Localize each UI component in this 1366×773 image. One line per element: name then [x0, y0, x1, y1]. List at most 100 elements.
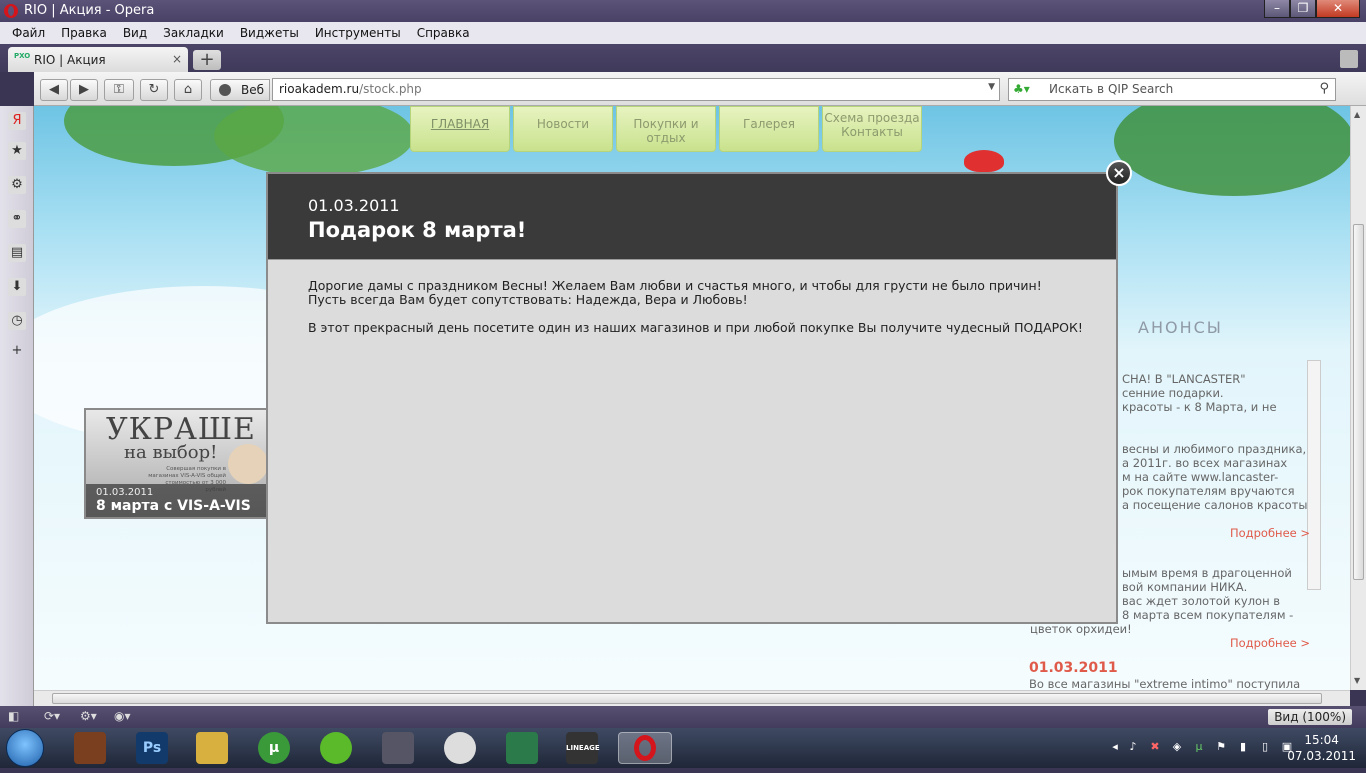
promo-date: 01.03.2011 [96, 487, 154, 498]
ann-line: цветок орхидеи! [1030, 622, 1132, 636]
tab-close-button[interactable]: × [172, 52, 182, 66]
menu-tools[interactable]: Инструменты [307, 26, 409, 40]
menu-bookmarks[interactable]: Закладки [155, 26, 232, 40]
menu-view[interactable]: Вид [115, 26, 155, 40]
antivirus-icon[interactable]: ✖ [1148, 740, 1162, 754]
nav-map-contacts[interactable]: Схема проезда Контакты [822, 106, 922, 152]
ann-line: сенние подарки. [1122, 386, 1224, 400]
windows-taskbar: Ps µ LINEAGE ◂ ♪ ✖ ◈ µ ⚑ ▮ ▯ ▣ 15:04 07.… [0, 728, 1366, 768]
menu-widgets[interactable]: Виджеты [232, 26, 307, 40]
site-nav: ГЛАВНАЯ Новости Покупки и отдых Галерея … [410, 106, 925, 152]
nav-gallery[interactable]: Галерея [719, 106, 819, 152]
lineage-icon[interactable]: LINEAGE [566, 732, 600, 764]
ann-line: вас ждет золотой кулон в [1122, 594, 1281, 608]
key-icon[interactable]: ⚿ [104, 79, 134, 101]
web-search-button[interactable]: Веб [210, 79, 270, 101]
bookmarks-panel-icon[interactable]: ★ [8, 142, 26, 160]
reload-button[interactable]: ↻ [140, 79, 168, 101]
nav-home[interactable]: ГЛАВНАЯ [410, 106, 510, 152]
more-link[interactable]: Подробнее > [1230, 526, 1310, 540]
show-hidden-icon[interactable]: ◂ [1108, 740, 1122, 754]
url-dropdown-icon[interactable]: ▼ [988, 82, 995, 92]
side-panel: Я ★ ⚙ ⚭ ▤ ⬇ ◷ + [0, 106, 34, 706]
notes-panel-icon[interactable]: ▤ [8, 244, 26, 262]
news-modal: 01.03.2011 Подарок 8 марта! Дорогие дамы… [266, 172, 1118, 624]
search-engine-icon[interactable]: ♣▾ [1013, 82, 1030, 96]
search-go-icon[interactable]: ⚲ [1319, 81, 1329, 96]
page-horizontal-scrollbar[interactable] [34, 690, 1350, 706]
promo-banner[interactable]: УКРАШЕ на выбор! Совершая покупки в мага… [84, 408, 268, 519]
yandex-icon[interactable]: Я [8, 112, 26, 130]
url-input[interactable]: rioakadem.ru/stock.php ▼ [272, 78, 1000, 101]
start-button[interactable] [6, 729, 44, 767]
network-app-icon[interactable] [506, 732, 538, 764]
widgets-panel-icon[interactable]: ⚙ [8, 176, 26, 194]
links-panel-icon[interactable]: ⚭ [8, 210, 26, 228]
window-titlebar: RIO | Акция - Opera – ❐ ✕ [0, 0, 1366, 22]
panel-toggle-icon[interactable]: ◧ [8, 709, 19, 723]
ann-date: 01.03.2011 [1029, 660, 1118, 676]
modal-text-line: Дорогие дамы с праздником Весны! Желаем … [308, 278, 1042, 293]
scroll-thumb[interactable] [1353, 224, 1364, 580]
folder-icon[interactable] [196, 732, 228, 764]
close-window-button[interactable]: ✕ [1316, 0, 1360, 18]
trash-icon[interactable] [1340, 50, 1358, 68]
utorrent-tray-icon[interactable]: µ [1192, 740, 1206, 754]
ann-line: рок покупателям вручаются [1122, 484, 1295, 498]
menu-edit[interactable]: Правка [53, 26, 115, 40]
search-placeholder: Искать в QIP Search [1049, 82, 1174, 96]
search-input[interactable]: ♣▾ Искать в QIP Search ⚲ [1008, 78, 1336, 101]
tray-app-icon[interactable]: ◈ [1170, 740, 1184, 754]
forward-button[interactable]: ▶ [70, 79, 98, 101]
add-panel-icon[interactable]: + [8, 342, 26, 360]
maximize-button[interactable]: ❐ [1290, 0, 1316, 18]
tab-bar: PXO RIO | Акция × + [0, 44, 1366, 72]
promo-model-image [228, 444, 266, 484]
sync-icon[interactable]: ⟳▾ [44, 709, 60, 723]
site-favicon-icon: PXO [14, 51, 31, 60]
ann-line: СНА! В "LANCASTER" [1122, 372, 1246, 386]
menu-help[interactable]: Справка [409, 26, 478, 40]
system-clock[interactable]: 15:04 07.03.2011 [1287, 732, 1356, 764]
ann-text: Во все магазины "extreme intimo" поступи… [1029, 677, 1301, 690]
scanner-icon[interactable] [382, 732, 414, 764]
utorrent-icon[interactable]: µ [258, 732, 290, 764]
history-panel-icon[interactable]: ◷ [8, 312, 26, 330]
announcements-scrollbar[interactable] [1307, 360, 1321, 590]
home-button[interactable]: ⌂ [174, 79, 202, 101]
scroll-up-icon[interactable]: ▲ [1354, 110, 1360, 119]
url-domain: rioakadem.ru [279, 82, 360, 96]
unite-icon[interactable]: ◉▾ [114, 709, 131, 723]
nav-shopping[interactable]: Покупки и отдых [616, 106, 716, 152]
downloader-icon[interactable] [320, 732, 352, 764]
ann-line: а 2011г. во всех магазинах [1122, 456, 1288, 470]
power-icon[interactable]: ▯ [1258, 740, 1272, 754]
scroll-thumb[interactable] [52, 693, 1322, 704]
game-icon[interactable] [74, 732, 106, 764]
back-button[interactable]: ◀ [40, 79, 68, 101]
new-tab-button[interactable]: + [193, 50, 221, 70]
promo-title: 8 марта с VIS-A-VIS [96, 498, 251, 514]
opera-taskbar-button[interactable] [618, 732, 672, 764]
promo-subheadline: на выбор! [124, 442, 218, 463]
minimize-button[interactable]: – [1264, 0, 1290, 18]
signal-icon[interactable]: ▮ [1236, 740, 1250, 754]
downloads-panel-icon[interactable]: ⬇ [8, 278, 26, 296]
alarm-clock-icon[interactable] [444, 732, 476, 764]
nav-news[interactable]: Новости [513, 106, 613, 152]
scroll-down-icon[interactable]: ▼ [1354, 676, 1360, 685]
turbo-icon[interactable]: ⚙▾ [80, 709, 97, 723]
more-link[interactable]: Подробнее > [1230, 636, 1310, 650]
modal-close-button[interactable]: × [1106, 160, 1132, 186]
ann-line: м на сайте www.lancaster- [1122, 470, 1279, 484]
tab-rio-akciya[interactable]: PXO RIO | Акция × [8, 47, 188, 72]
zoom-control[interactable]: Вид (100%) [1268, 709, 1352, 725]
volume-icon[interactable]: ♪ [1126, 740, 1140, 754]
photoshop-icon[interactable]: Ps [136, 732, 168, 764]
palm-decoration [214, 106, 414, 176]
modal-title: Подарок 8 марта! [308, 218, 527, 242]
menu-file[interactable]: Файл [4, 26, 53, 40]
tab-label: RIO | Акция [34, 52, 106, 67]
page-vertical-scrollbar[interactable]: ▲ ▼ [1350, 106, 1366, 690]
flag-icon[interactable]: ⚑ [1214, 740, 1228, 754]
